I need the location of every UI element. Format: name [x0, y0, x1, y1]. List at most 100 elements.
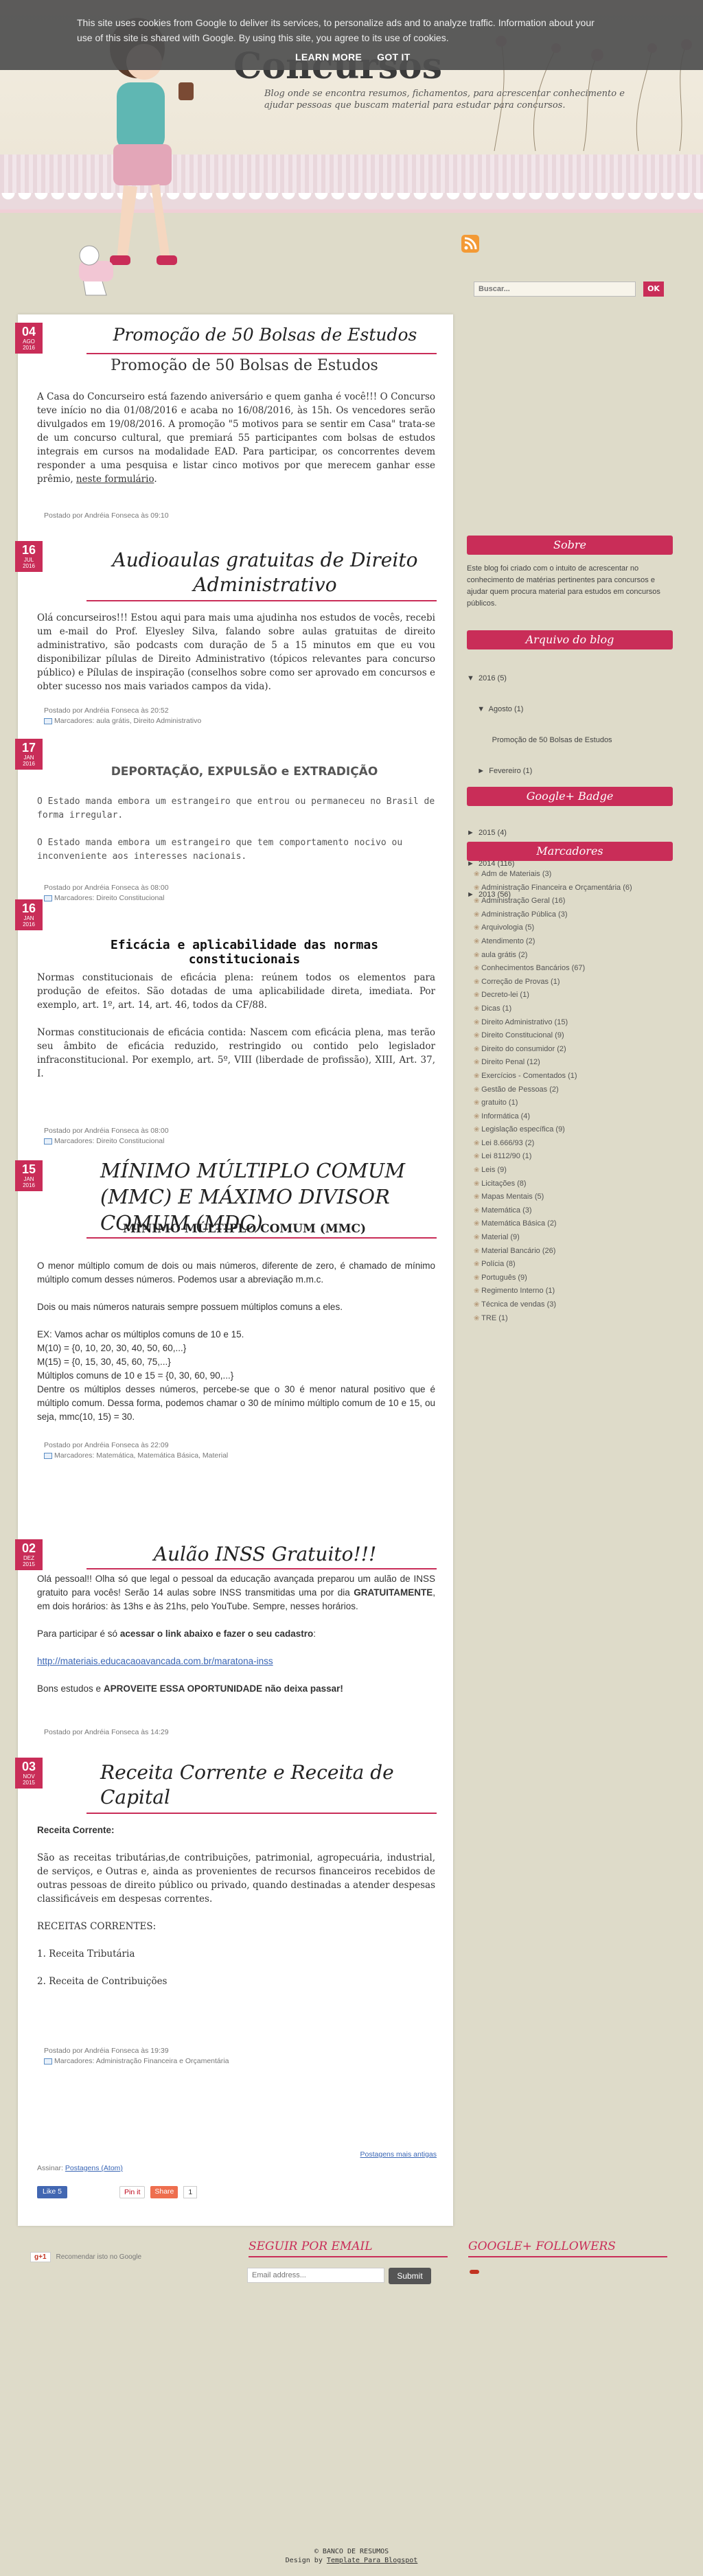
archive-month[interactable]: ► Fevereiro (1)	[467, 764, 673, 779]
post-paragraph: Normas constitucionais de eficácia plena…	[37, 972, 435, 1011]
post-labels[interactable]: Marcadores: Direito Constitucional	[54, 894, 164, 902]
label-link[interactable]: Arquivologia (5)	[474, 921, 673, 935]
date-year: 2016	[23, 921, 35, 928]
label-link[interactable]: gratuito (1)	[474, 1096, 673, 1110]
date-month: JAN	[23, 755, 34, 761]
learn-more-button[interactable]: LEARN MORE	[295, 49, 362, 65]
label-link[interactable]: Mapas Mentais (5)	[474, 1191, 673, 1204]
label-link[interactable]: Lei 8112/90 (1)	[474, 1150, 673, 1164]
date-month: DEZ	[23, 1555, 34, 1561]
post-labels[interactable]: Marcadores: Administração Financeira e O…	[54, 2057, 229, 2065]
label-link[interactable]: Gestão de Pessoas (2)	[474, 1083, 673, 1097]
pinterest-button[interactable]: Pin it	[119, 2186, 146, 2198]
date-month: JAN	[23, 915, 34, 921]
label-link[interactable]: Administração Geral (16)	[474, 895, 673, 908]
label-link[interactable]: Adm de Materiais (3)	[474, 868, 673, 882]
label-link[interactable]: Informática (4)	[474, 1110, 673, 1124]
about-widget-text: Este blog foi criado com o intuito de ac…	[467, 564, 660, 608]
addthis-share-button[interactable]: Share	[150, 2186, 178, 2198]
post-labels[interactable]: Marcadores: Matemática, Matemática Básic…	[54, 1451, 228, 1460]
label-icon	[44, 895, 52, 901]
label-link[interactable]: Licitações (8)	[474, 1177, 673, 1191]
label-link[interactable]: Atendimento (2)	[474, 935, 673, 949]
archive-month[interactable]: ▼ Agosto (1)	[467, 702, 673, 717]
label-link[interactable]: Conhecimentos Bancários (67)	[474, 962, 673, 976]
date-day: 15	[21, 1162, 36, 1176]
label-link[interactable]: Técnica de vendas (3)	[474, 1298, 673, 1312]
label-link[interactable]: Dicas (1)	[474, 1002, 673, 1016]
label-link[interactable]: Decreto-lei (1)	[474, 989, 673, 1002]
template-credit-link[interactable]: Template Para Blogspot	[327, 2557, 417, 2564]
title-divider	[87, 1237, 437, 1239]
label-link[interactable]: Direito Penal (12)	[474, 1056, 673, 1070]
post-subheading: DEPORTAÇÃO, EXPULSÃO e EXTRADIÇÃO	[111, 765, 378, 779]
form-link[interactable]: neste formulário	[76, 474, 154, 485]
post-meta: Postado por Andréia Fonseca às 22:09 Mar…	[44, 1440, 428, 1461]
title-divider	[87, 600, 437, 601]
post-heading: Receita Corrente:	[37, 1825, 115, 1835]
post-bold-text: acessar o link abaixo e fazer o seu cada…	[119, 1629, 314, 1639]
label-link[interactable]: Português (9)	[474, 1272, 673, 1285]
label-link[interactable]: Regimento Interno (1)	[474, 1285, 673, 1298]
atom-feed-link[interactable]: Postagens (Atom)	[65, 2164, 123, 2172]
label-link[interactable]: Direito Constitucional (9)	[474, 1029, 673, 1043]
post-body: O menor múltiplo comum de dois ou mais n…	[37, 1259, 435, 1424]
post-labels[interactable]: Marcadores: Direito Constitucional	[54, 1137, 164, 1145]
post-meta: Postado por Andréia Fonseca às 09:10	[44, 511, 169, 520]
label-link[interactable]: Leis (9)	[474, 1164, 673, 1177]
date-badge: 17 JAN 2016	[15, 739, 43, 770]
post-author-time: Postado por Andréia Fonseca às 08:00	[44, 1127, 169, 1135]
date-month: AGO	[23, 338, 35, 345]
post-labels[interactable]: Marcadores: aula grátis, Direito Adminis…	[54, 717, 201, 725]
label-link[interactable]: Exercícios - Comentados (1)	[474, 1070, 673, 1083]
label-link[interactable]: Correção de Provas (1)	[474, 976, 673, 989]
post-text: Para participar é só	[37, 1629, 118, 1639]
label-link[interactable]: Polícia (8)	[474, 1258, 673, 1272]
subscribe-row: Assinar: Postagens (Atom)	[37, 2164, 123, 2172]
post-body: Olá pessoal!! Olha só que legal o pessoa…	[37, 1572, 435, 1710]
post-paragraph: São as receitas tributárias,de contribui…	[37, 1852, 435, 1905]
date-day: 02	[21, 1541, 36, 1555]
post-paragraph: Bons estudos e APROVEITE ESSA OPORTUNIDA…	[37, 1682, 435, 1696]
archive-post-link[interactable]: Promoção de 50 Bolsas de Estudos	[467, 733, 673, 748]
label-link[interactable]: Direito Administrativo (15)	[474, 1016, 673, 1030]
search-button[interactable]: OK	[643, 281, 664, 297]
label-link[interactable]: Administração Pública (3)	[474, 908, 673, 922]
older-posts-link[interactable]: Postagens mais antigas	[360, 2150, 437, 2159]
post-meta: Postado por Andréia Fonseca às 14:29	[44, 1728, 169, 1736]
label-link[interactable]: Material (9)	[474, 1231, 673, 1245]
gplus-recommend: g+1 Recomendar isto no Google	[30, 2252, 141, 2262]
archive-year[interactable]: ▼ 2016 (5)	[467, 671, 673, 686]
label-link[interactable]: Matemática Básica (2)	[474, 1217, 673, 1231]
label-link[interactable]: TRE (1)	[474, 1312, 673, 1326]
rss-icon[interactable]	[461, 235, 479, 253]
date-badge: 15 JAN 2016	[15, 1160, 43, 1191]
registration-link[interactable]: http://materiais.educacaoavancada.com.br…	[37, 1656, 273, 1666]
post-meta: Postado por Andréia Fonseca às 20:52 Mar…	[44, 706, 428, 726]
facebook-like-button[interactable]: Like 5	[37, 2186, 68, 2198]
date-year: 2015	[23, 1561, 35, 1567]
post-body: Olá concurseiros!!! Estou aqui para mais…	[37, 612, 435, 692]
email-subscribe-input[interactable]	[247, 2268, 384, 2283]
gplus-icon[interactable]: g+1	[30, 2252, 51, 2262]
example-line: Múltiplos comuns de 10 e 15 = {0, 30, 60…	[37, 1370, 234, 1381]
label-link[interactable]: Matemática (3)	[474, 1204, 673, 1218]
archive-year[interactable]: ► 2015 (4)	[467, 826, 673, 840]
cookie-notice-text: This site uses cookies from Google to de…	[77, 17, 595, 43]
label-link[interactable]: Material Bancário (26)	[474, 1245, 673, 1258]
search-input[interactable]	[474, 281, 636, 297]
post-title[interactable]: Aulão INSS Gratuito!!!	[100, 1542, 430, 1567]
email-submit-button[interactable]: Submit	[389, 2268, 431, 2284]
post-title[interactable]: Audioaulas gratuitas de Direito Administ…	[100, 548, 430, 597]
got-it-button[interactable]: GOT IT	[377, 49, 410, 65]
post-bold-text: GRATUITAMENTE	[354, 1587, 433, 1598]
post-title[interactable]: Receita Corrente e Receita de Capital	[100, 1760, 423, 1810]
label-link[interactable]: Lei 8.666/93 (2)	[474, 1137, 673, 1151]
label-link[interactable]: Administração Financeira e Orçamentária …	[474, 882, 673, 895]
label-link[interactable]: Direito do consumidor (2)	[474, 1043, 673, 1057]
label-link[interactable]: Legislação específica (9)	[474, 1123, 673, 1137]
label-link[interactable]: aula grátis (2)	[474, 949, 673, 963]
post-paragraph: Dois ou mais números naturais sempre pos…	[37, 1302, 343, 1312]
post-paragraph: Para participar é só acessar o link abai…	[37, 1629, 316, 1639]
post-author-time: Postado por Andréia Fonseca às 22:09	[44, 1441, 169, 1449]
